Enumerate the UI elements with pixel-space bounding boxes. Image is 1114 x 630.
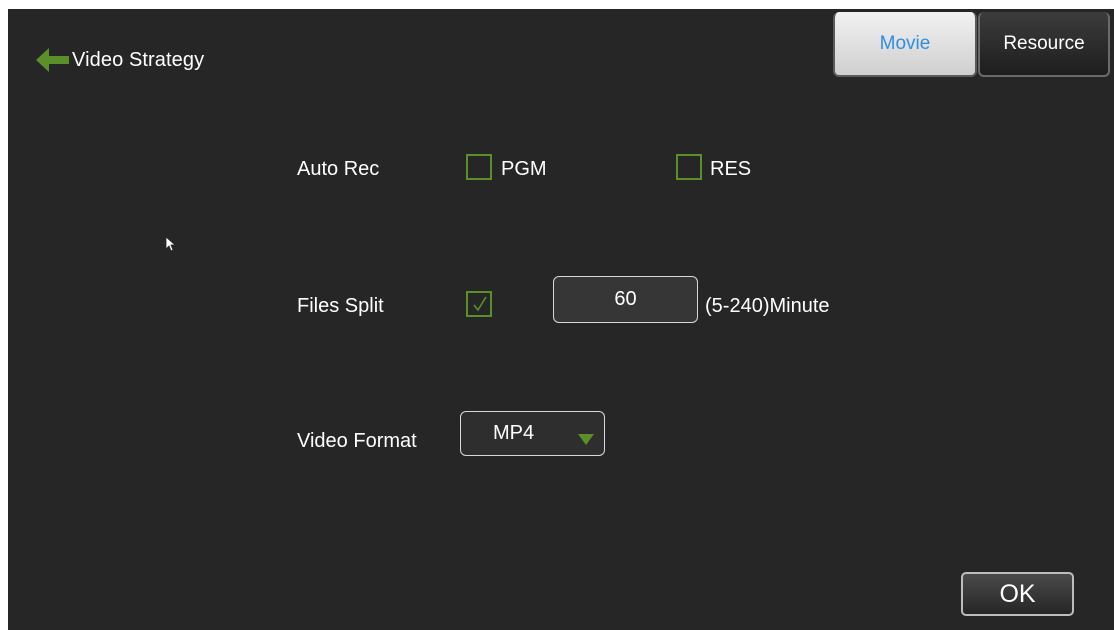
pgm-label: PGM [501, 158, 547, 180]
arrow-left-icon [36, 47, 70, 73]
tab-resource[interactable]: Resource [978, 12, 1110, 77]
res-label: RES [710, 158, 752, 180]
video-format-select[interactable]: MP4 [460, 411, 605, 456]
page-title: Video Strategy [72, 48, 205, 71]
checkmark-icon [471, 295, 489, 318]
auto-rec-label: Auto Rec [297, 158, 380, 180]
files-split-label: Files Split [297, 295, 384, 317]
files-split-checkbox[interactable] [466, 291, 492, 317]
split-range-text: (5-240)Minute [705, 295, 830, 317]
video-format-label: Video Format [297, 430, 417, 452]
pgm-checkbox[interactable] [466, 154, 492, 180]
tab-movie[interactable]: Movie [833, 12, 977, 77]
video-strategy-screen: Video Strategy Movie Resource Auto Rec P… [8, 9, 1114, 630]
res-checkbox[interactable] [676, 154, 702, 180]
video-format-value: MP4 [493, 422, 535, 444]
split-minutes-input[interactable]: 60 [553, 276, 698, 323]
dropdown-triangle-icon [578, 429, 594, 452]
ok-button[interactable]: OK [961, 572, 1074, 616]
back-button[interactable]: Video Strategy [36, 47, 204, 73]
mouse-pointer-icon [165, 236, 177, 257]
